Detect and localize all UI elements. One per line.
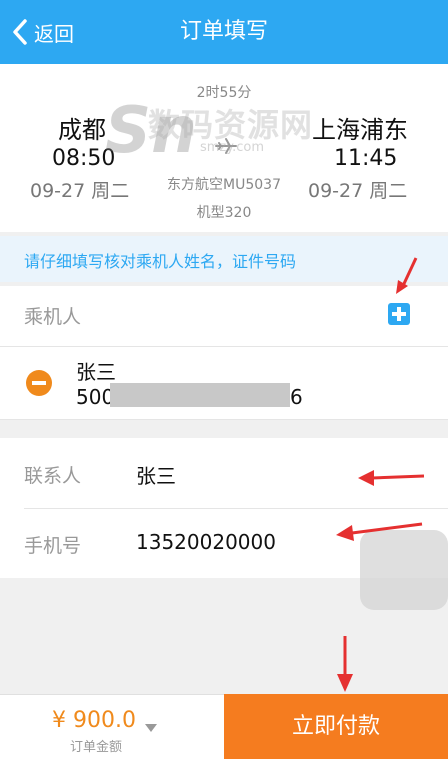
order-total-label: 订单金额 (70, 740, 123, 755)
annotation-arrow-icon (396, 257, 418, 294)
phone-field[interactable]: 13520020000 (136, 530, 276, 554)
order-total-price[interactable]: ¥ 900.0 (52, 708, 136, 733)
pay-now-button[interactable]: 立即付款 (224, 694, 448, 759)
passenger-name: 张三 (76, 360, 116, 384)
flight-number: 东方航空MU5037 (167, 177, 281, 193)
aircraft-type: 机型320 (196, 205, 252, 221)
passenger-id-suffix: 6 (290, 385, 303, 409)
arrival-city: 上海浦东 (312, 116, 408, 144)
remove-passenger-icon[interactable] (26, 370, 52, 396)
add-passenger-icon[interactable] (388, 303, 410, 325)
annotation-arrow-icon (337, 636, 353, 692)
annotation-arrow-icon (336, 522, 423, 541)
annotation-arrow-icon (358, 470, 425, 486)
passenger-id-redaction (110, 383, 290, 407)
price-detail-toggle-icon[interactable] (145, 724, 157, 732)
notice-text: 请仔细填写核对乘机人姓名，证件号码 (24, 252, 297, 271)
passenger-section-label: 乘机人 (24, 306, 82, 328)
arrival-date: 09-27 周二 (308, 180, 408, 202)
arrival-time: 11:45 (334, 146, 398, 171)
contact-name-label: 联系人 (24, 465, 82, 487)
page-title: 订单填写 (179, 19, 268, 44)
phone-label: 手机号 (24, 535, 82, 557)
watermark-subtext: smzy.com (200, 140, 264, 155)
departure-city: 成都 (58, 116, 106, 144)
top-nav-bar: 返回 订单填写 (0, 0, 448, 64)
passenger-section-header: 乘机人 (0, 286, 448, 347)
contact-divider (24, 508, 448, 509)
notice-banner: 请仔细填写核对乘机人姓名，证件号码 (0, 236, 448, 282)
contact-name-field[interactable]: 张三 (136, 460, 176, 489)
departure-date: 09-27 周二 (30, 180, 130, 202)
passenger-id-prefix: 500 (76, 385, 115, 409)
